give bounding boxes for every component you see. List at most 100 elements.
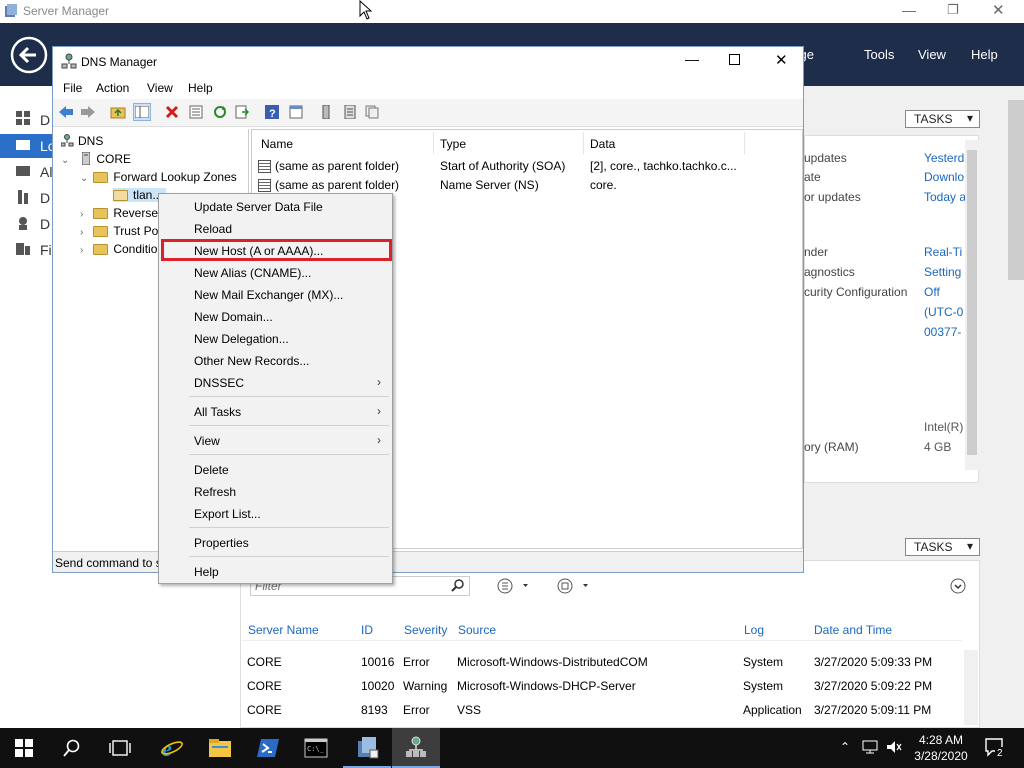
chevron-right-icon[interactable]: › — [80, 245, 90, 256]
task-view-icon[interactable] — [96, 728, 144, 768]
dns-manager-taskbar-icon[interactable] — [392, 728, 440, 768]
restore-icon[interactable]: ❐ — [947, 2, 959, 18]
chevron-right-icon[interactable]: › — [80, 209, 90, 220]
chevron-right-icon[interactable]: › — [80, 227, 90, 238]
events-scrollbar[interactable] — [964, 650, 978, 725]
forward-arrow-icon[interactable] — [79, 103, 97, 121]
menu-item-new-domain[interactable]: New Domain... — [160, 306, 391, 328]
menu-item-new-alias[interactable]: New Alias (CNAME)... — [160, 262, 391, 284]
menu-item-help[interactable]: Help — [160, 561, 391, 583]
clock-time[interactable]: 4:28 AM — [913, 733, 969, 747]
zone-records-icon[interactable] — [363, 103, 381, 121]
start-button[interactable] — [0, 728, 48, 768]
prop-value[interactable]: 00377- — [924, 325, 961, 339]
save-query-icon[interactable] — [557, 578, 591, 597]
refresh-icon[interactable] — [211, 103, 229, 121]
tree-item-core[interactable]: ⌄ CORE — [61, 151, 131, 168]
file-explorer-icon[interactable] — [196, 728, 244, 768]
prop-value[interactable]: Yesterd — [924, 151, 964, 165]
col-server-name[interactable]: Server Name — [248, 623, 319, 637]
command-prompt-icon[interactable]: C:\_ — [292, 728, 340, 768]
nav-item-dashboard[interactable]: D — [40, 112, 50, 128]
col-data[interactable]: Data — [590, 137, 615, 151]
menu-item-refresh[interactable]: Refresh — [160, 481, 391, 503]
export-list-icon[interactable] — [233, 103, 251, 121]
expand-arrow-icon[interactable]: ⌄ — [61, 155, 71, 166]
table-row[interactable]: CORE 8193 Error VSS Application 3/27/202… — [242, 703, 962, 721]
back-button[interactable] — [10, 36, 48, 77]
nav-item-file-services[interactable]: Fi — [40, 242, 52, 258]
nav-item-all-servers[interactable]: Al — [40, 164, 52, 180]
network-icon[interactable] — [862, 740, 878, 757]
nav-item-dns[interactable]: D — [40, 216, 50, 232]
close-icon[interactable]: ✕ — [992, 1, 1005, 19]
col-type[interactable]: Type — [440, 137, 466, 151]
menu-item-export-list[interactable]: Export List... — [160, 503, 391, 525]
prop-value[interactable]: Setting — [924, 265, 961, 279]
table-row[interactable]: CORE 10020 Warning Microsoft-Windows-DHC… — [242, 679, 962, 697]
search-icon[interactable] — [451, 578, 465, 595]
prop-value[interactable]: Downlo — [924, 170, 964, 184]
expand-icon[interactable] — [950, 578, 966, 597]
server-icon[interactable] — [317, 103, 335, 121]
tasks-dropdown-events[interactable]: TASKS ▾ — [905, 538, 980, 556]
col-name[interactable]: Name — [261, 137, 293, 151]
action-center-icon[interactable]: 2 — [984, 736, 1006, 761]
delete-icon[interactable] — [163, 103, 181, 121]
prop-value[interactable]: Today a — [924, 190, 966, 204]
tree-item-conditional-forwarders[interactable]: › Condition — [80, 242, 164, 256]
tasks-dropdown-properties[interactable]: TASKS ▾ — [905, 110, 980, 128]
minimize-icon[interactable]: — — [685, 51, 699, 67]
tree-item-forward-lookup-zones[interactable]: ⌄ Forward Lookup Zones — [80, 170, 237, 184]
menu-item-view[interactable]: View › — [160, 430, 391, 452]
menu-item-delete[interactable]: Delete — [160, 459, 391, 481]
menu-help[interactable]: Help — [188, 81, 213, 95]
col-log[interactable]: Log — [744, 623, 764, 637]
column-divider[interactable] — [744, 132, 745, 154]
scrollbar-thumb[interactable] — [967, 150, 977, 455]
menu-file[interactable]: File — [63, 81, 82, 95]
search-icon[interactable] — [48, 728, 96, 768]
powershell-icon[interactable] — [244, 728, 292, 768]
chevron-up-icon[interactable]: ⌃ — [840, 740, 850, 754]
table-row[interactable]: (same as parent folder) Name Server (NS)… — [258, 176, 798, 194]
prop-value[interactable]: Real-Ti — [924, 245, 962, 259]
menu-view[interactable]: View — [918, 47, 946, 62]
show-hide-console-tree-icon[interactable] — [133, 103, 151, 121]
menu-item-properties[interactable]: Properties — [160, 532, 391, 554]
prop-value[interactable]: Off — [924, 285, 940, 299]
col-severity[interactable]: Severity — [404, 623, 447, 637]
properties-icon[interactable] — [187, 103, 205, 121]
list-view-icon[interactable] — [497, 578, 531, 597]
menu-tools[interactable]: Tools — [864, 47, 894, 62]
prop-value[interactable]: (UTC-0 — [924, 305, 963, 319]
menu-help[interactable]: Help — [971, 47, 998, 62]
tree-item-reverse-lookup-zones[interactable]: › Reverse — [80, 206, 158, 220]
col-source[interactable]: Source — [458, 623, 496, 637]
column-divider[interactable] — [433, 132, 434, 154]
help-icon[interactable]: ? — [263, 103, 281, 121]
menu-action[interactable]: Action — [96, 81, 129, 95]
close-icon[interactable]: ✕ — [775, 51, 788, 69]
expand-arrow-icon[interactable]: ⌄ — [80, 173, 90, 184]
tree-item-trust-points[interactable]: › Trust Po — [80, 224, 158, 238]
back-arrow-icon[interactable] — [57, 103, 75, 121]
clock-date[interactable]: 3/28/2020 — [913, 749, 969, 763]
server-manager-taskbar-icon[interactable] — [343, 728, 391, 768]
menu-item-other-new-records[interactable]: Other New Records... — [160, 350, 391, 372]
tree-item-dns[interactable]: DNS — [60, 134, 103, 150]
col-id[interactable]: ID — [361, 623, 373, 637]
table-row[interactable]: (same as parent folder) Start of Authori… — [258, 157, 798, 175]
menu-item-new-mail-exchanger[interactable]: New Mail Exchanger (MX)... — [160, 284, 391, 306]
console-icon[interactable] — [287, 103, 305, 121]
menu-view[interactable]: View — [147, 81, 173, 95]
column-divider[interactable] — [583, 132, 584, 154]
volume-icon[interactable] — [886, 740, 902, 757]
up-folder-icon[interactable] — [109, 103, 127, 121]
main-scrollbar-thumb[interactable] — [1008, 100, 1024, 280]
menu-item-dnssec[interactable]: DNSSEC › — [160, 372, 391, 394]
maximize-icon[interactable] — [729, 54, 740, 65]
col-date-time[interactable]: Date and Time — [814, 623, 892, 637]
menu-item-new-delegation[interactable]: New Delegation... — [160, 328, 391, 350]
minimize-icon[interactable]: — — [902, 2, 916, 18]
